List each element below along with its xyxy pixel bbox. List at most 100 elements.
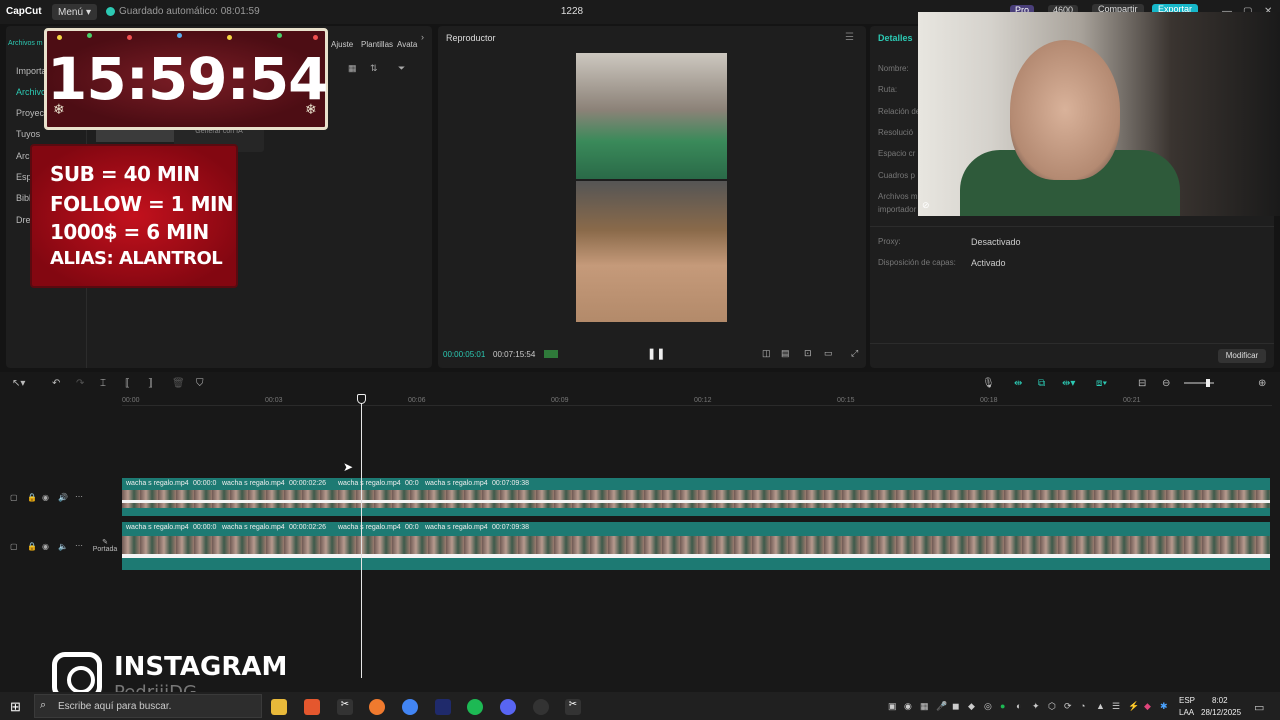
zoom-out-icon[interactable]: ⊖ bbox=[1162, 378, 1170, 389]
detail-label: Cuadros p bbox=[878, 171, 915, 180]
windows-start-icon[interactable]: ⊞ bbox=[10, 699, 21, 715]
sidebar-item-project[interactable]: Proyect bbox=[16, 108, 47, 118]
zoom-slider-handle[interactable] bbox=[1206, 379, 1210, 387]
player-menu-icon[interactable]: ☰ bbox=[845, 32, 854, 43]
sidebar-item-import[interactable]: Importa bbox=[16, 66, 47, 76]
speaker-icon[interactable]: 🔊 bbox=[58, 493, 68, 502]
tray-app-icon[interactable]: ▲ bbox=[1096, 701, 1105, 711]
tray-app-icon[interactable]: ⚡ bbox=[1128, 701, 1139, 712]
modify-button[interactable]: Modificar bbox=[1218, 349, 1266, 363]
snowflake-icon: ❄ bbox=[53, 101, 65, 117]
proxy-value: Desactivado bbox=[971, 237, 1021, 247]
sidebar-item-yours[interactable]: Tuyos bbox=[16, 129, 40, 139]
tray-app-icon[interactable]: ▦ bbox=[920, 701, 929, 712]
tray-mic-icon[interactable]: 🎤 bbox=[936, 701, 947, 712]
menu-button[interactable]: Menú ▾ bbox=[52, 4, 98, 20]
undo-icon[interactable]: ↶ bbox=[52, 378, 60, 389]
file-explorer-icon[interactable] bbox=[271, 699, 287, 715]
tray-app-icon[interactable]: ▣ bbox=[888, 701, 897, 712]
more-icon[interactable]: ⋯ bbox=[75, 492, 83, 501]
fit-timeline-icon[interactable]: ⊟ bbox=[1138, 378, 1146, 389]
select-tool-icon[interactable]: ↖▾ bbox=[12, 378, 25, 389]
total-timecode: 00:07:15:54 bbox=[493, 350, 536, 359]
spotify-icon[interactable] bbox=[467, 699, 483, 715]
tray-app-icon[interactable]: ◆ bbox=[968, 701, 975, 712]
detail-label: Proxy: bbox=[878, 237, 901, 246]
tab-adjust[interactable]: Ajuste bbox=[331, 40, 353, 49]
bluetooth-icon[interactable]: ✱ bbox=[1160, 701, 1168, 712]
marker-icon[interactable]: ⛉ bbox=[196, 378, 204, 389]
tray-app-icon[interactable]: ◐ bbox=[1016, 701, 1021, 711]
tray-app-icon[interactable]: ☰ bbox=[1112, 701, 1120, 712]
pause-icon[interactable]: ❚❚ bbox=[647, 347, 665, 360]
chrome-icon[interactable] bbox=[402, 699, 418, 715]
keyboard-layout[interactable]: LAA bbox=[1179, 708, 1194, 717]
sidebar-item-library[interactable]: Bibl bbox=[16, 193, 31, 203]
tab-avatars[interactable]: Avata bbox=[397, 40, 417, 49]
delete-icon[interactable]: 🗑 bbox=[172, 378, 185, 389]
fullscreen-icon[interactable]: ⤢ bbox=[851, 348, 858, 359]
playhead-handle[interactable] bbox=[357, 394, 366, 404]
rule-sub: SUB = 40 MIN bbox=[50, 162, 200, 186]
quality-icon[interactable]: ▤ bbox=[781, 348, 790, 359]
redo-icon[interactable]: ↷ bbox=[76, 378, 84, 389]
clock-date[interactable]: 28/12/2025 bbox=[1201, 708, 1241, 717]
tray-app-icon[interactable]: ◆ bbox=[1144, 701, 1151, 712]
timeline-ruler[interactable] bbox=[122, 405, 1272, 406]
league-icon[interactable] bbox=[435, 699, 451, 715]
notifications-icon[interactable]: ▭ bbox=[1254, 701, 1264, 714]
tiktok-icon[interactable]: ◫ bbox=[762, 348, 771, 359]
clip-duration: 00:00:02:26 bbox=[289, 480, 326, 487]
media-thumbnail[interactable] bbox=[96, 128, 174, 142]
media-tab[interactable]: Archivos m bbox=[8, 40, 43, 47]
filter-icon[interactable]: ⏷ bbox=[398, 63, 405, 74]
ratio-icon[interactable]: ▭ bbox=[824, 348, 833, 359]
language-indicator[interactable]: ESP bbox=[1179, 696, 1195, 705]
cover-button[interactable]: ✎ Portada bbox=[91, 538, 119, 558]
obs-icon[interactable] bbox=[533, 699, 549, 715]
brave-icon[interactable] bbox=[304, 699, 320, 715]
divider bbox=[870, 343, 1274, 344]
clock-time[interactable]: 8:02 bbox=[1212, 696, 1228, 705]
chevron-right-icon[interactable]: › bbox=[421, 32, 424, 42]
eye-icon[interactable]: ◉ bbox=[42, 493, 49, 502]
trim-right-icon[interactable]: ⟧ bbox=[148, 378, 153, 389]
firefox-icon[interactable] bbox=[369, 699, 385, 715]
tray-app-icon[interactable]: ✦ bbox=[1032, 701, 1040, 712]
lock-icon[interactable]: 🔒 bbox=[27, 542, 37, 551]
capcut-icon[interactable]: ✂ bbox=[337, 699, 353, 715]
lock-icon[interactable]: 🔒 bbox=[27, 493, 37, 502]
tray-app-icon[interactable]: ◉ bbox=[904, 701, 912, 712]
sort-icon[interactable]: ⇅ bbox=[370, 63, 378, 74]
tray-spotify-icon[interactable]: ● bbox=[1000, 701, 1005, 711]
menu-label: Menú bbox=[58, 6, 84, 18]
more-icon[interactable]: ⋯ bbox=[75, 541, 83, 550]
playhead[interactable] bbox=[361, 398, 362, 678]
split-icon[interactable]: ⌶ bbox=[100, 378, 106, 389]
light-icon bbox=[177, 33, 182, 38]
zoom-in-icon[interactable]: ⊕ bbox=[1258, 378, 1266, 389]
tray-app-icon[interactable]: ◼ bbox=[952, 701, 959, 712]
track-checkbox-icon[interactable]: ▢ bbox=[10, 493, 18, 502]
eye-icon[interactable]: ◉ bbox=[42, 542, 49, 551]
detail-label: Disposición de capas: bbox=[878, 258, 956, 267]
linkage-icon[interactable]: ⇹▾ bbox=[1062, 378, 1075, 389]
magnet-icon[interactable]: ⧉ bbox=[1038, 378, 1045, 389]
speaker-icon[interactable]: 🔈 bbox=[58, 542, 68, 551]
tray-app-icon[interactable]: ⟳ bbox=[1064, 701, 1072, 712]
detail-label: Nombre: bbox=[878, 64, 909, 73]
track-checkbox-icon[interactable]: ▢ bbox=[10, 542, 18, 551]
discord-icon[interactable] bbox=[500, 699, 516, 715]
grid-view-icon[interactable]: ▦ bbox=[348, 63, 357, 74]
trim-left-icon[interactable]: ⟦ bbox=[125, 378, 130, 389]
tray-app-icon[interactable]: ⬡ bbox=[1048, 701, 1056, 712]
tab-templates[interactable]: Plantillas bbox=[361, 40, 393, 49]
preview-axis-icon[interactable]: ⧈▾ bbox=[1096, 378, 1107, 389]
tray-app-icon[interactable]: ◎ bbox=[984, 701, 992, 712]
capcut-active-icon[interactable]: ✂ bbox=[565, 699, 581, 715]
chevron-down-icon: ▾ bbox=[86, 6, 92, 18]
link-main-icon[interactable]: ⇹ bbox=[1014, 378, 1022, 389]
snapshot-icon[interactable]: ⊡ bbox=[804, 348, 812, 359]
record-mic-icon[interactable]: 🎙 bbox=[982, 378, 995, 389]
tray-app-icon[interactable]: ◔ bbox=[1080, 701, 1085, 711]
